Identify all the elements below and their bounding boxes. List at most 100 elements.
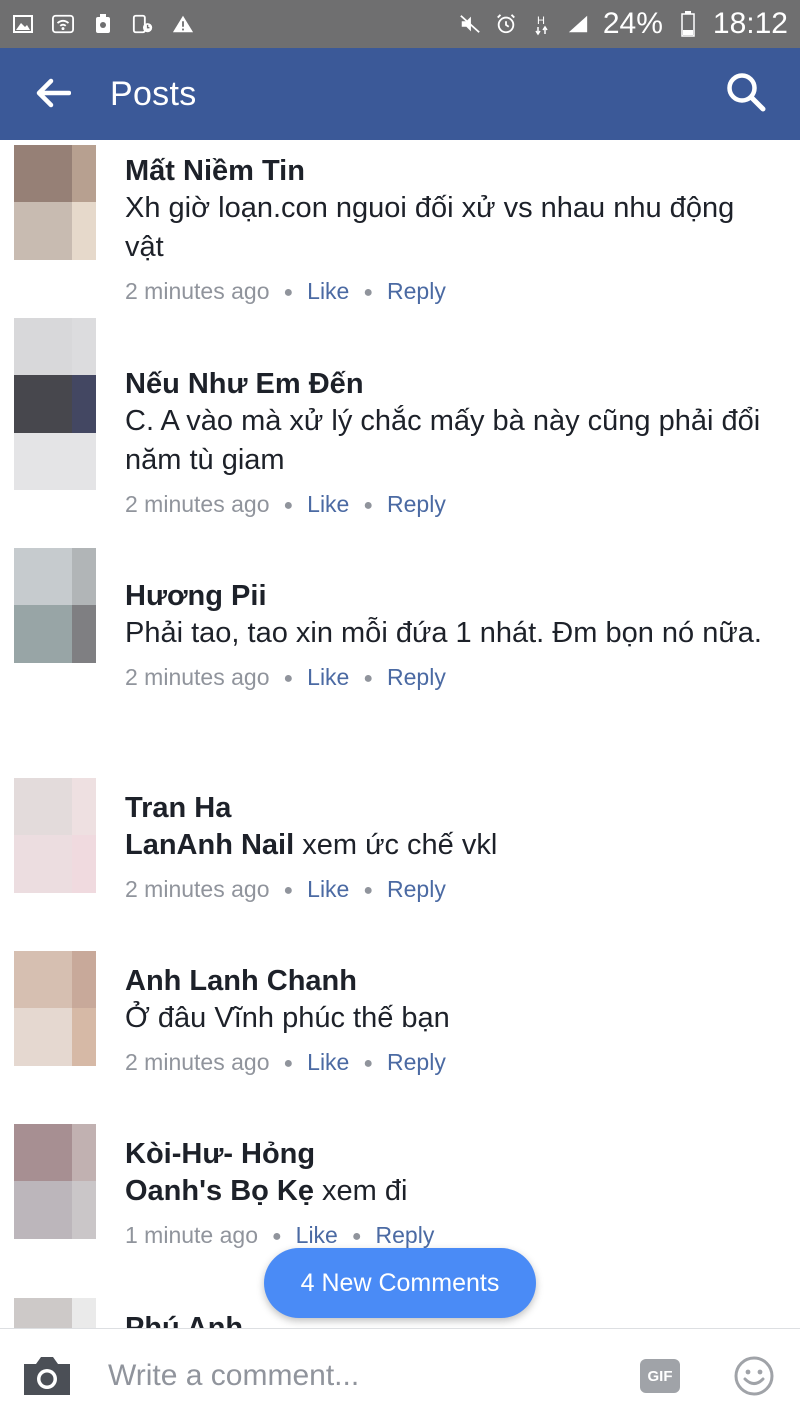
avatar-tile bbox=[72, 145, 96, 202]
reply-button[interactable]: Reply bbox=[387, 876, 446, 902]
comment-list[interactable]: Mất Niềm Tin Xh giờ loạn.con nguoi đối x… bbox=[0, 140, 800, 1328]
back-button[interactable] bbox=[28, 70, 78, 120]
svg-text:H: H bbox=[537, 15, 545, 27]
warning-icon bbox=[172, 13, 194, 35]
comment-author[interactable]: Hương Pii bbox=[125, 578, 776, 614]
comment-time[interactable]: 2 minutes ago bbox=[125, 876, 269, 902]
comment-time[interactable]: 2 minutes ago bbox=[125, 278, 269, 304]
avatar-tile bbox=[14, 1124, 72, 1181]
avatar-tile bbox=[14, 318, 72, 375]
alarm-icon bbox=[495, 13, 517, 35]
comment-body: Anh Lanh Chanh Ở đâu Vĩnh phúc thế bạn 2… bbox=[125, 963, 776, 1080]
like-button[interactable]: Like bbox=[307, 491, 349, 517]
avatar[interactable] bbox=[14, 548, 96, 663]
comment-meta: 2 minutes ago ● Like ● Reply bbox=[125, 1046, 776, 1080]
separator-dot: ● bbox=[271, 1227, 282, 1245]
avatar-tile bbox=[72, 375, 96, 433]
comment-input[interactable] bbox=[108, 1351, 608, 1401]
new-comments-button[interactable]: 4 New Comments bbox=[264, 1248, 536, 1318]
signal-icon bbox=[567, 13, 589, 35]
comment-text: Ở đâu Vĩnh phúc thế bạn bbox=[125, 999, 776, 1038]
separator-dot: ● bbox=[283, 669, 294, 687]
separator-dot: ● bbox=[363, 669, 374, 687]
camera-button[interactable] bbox=[20, 1353, 74, 1399]
avatar-tile bbox=[14, 1181, 72, 1239]
comment-meta: 2 minutes ago ● Like ● Reply bbox=[125, 275, 776, 309]
avatar-tile bbox=[72, 1124, 96, 1181]
device-icon bbox=[132, 13, 154, 35]
avatar[interactable] bbox=[14, 951, 96, 1066]
comment-text: C. A vào mà xử lý chắc mấy bà này cũng p… bbox=[125, 402, 776, 480]
comment-body: Mất Niềm Tin Xh giờ loạn.con nguoi đối x… bbox=[125, 153, 776, 309]
app-bar: Posts bbox=[0, 48, 800, 140]
comment-author[interactable]: Kòi-Hư- Hỏng bbox=[125, 1136, 776, 1172]
comment-author[interactable]: Anh Lanh Chanh bbox=[125, 963, 776, 999]
like-button[interactable]: Like bbox=[307, 1049, 349, 1075]
separator-dot: ● bbox=[363, 283, 374, 301]
search-icon bbox=[725, 71, 767, 118]
like-button[interactable]: Like bbox=[307, 664, 349, 690]
separator-dot: ● bbox=[283, 496, 294, 514]
comment-body: Tran Ha LanAnh Nail xem ức chế vkl 2 min… bbox=[125, 790, 776, 907]
reply-button[interactable]: Reply bbox=[387, 491, 446, 517]
reply-button[interactable]: Reply bbox=[387, 664, 446, 690]
separator-dot: ● bbox=[363, 881, 374, 899]
avatar[interactable] bbox=[14, 1124, 96, 1239]
avatar-tile bbox=[14, 1008, 72, 1066]
comment-message: Ở đâu Vĩnh phúc thế bạn bbox=[125, 1002, 450, 1034]
avatar-tile bbox=[14, 375, 72, 433]
status-bar: H 24% 18:12 bbox=[0, 0, 800, 48]
like-button[interactable]: Like bbox=[307, 876, 349, 902]
comment-author[interactable]: Tran Ha bbox=[125, 790, 776, 826]
avatar-tile bbox=[14, 605, 72, 663]
emoji-button[interactable] bbox=[733, 1355, 775, 1397]
comment-mention[interactable]: LanAnh Nail bbox=[125, 829, 294, 861]
search-button[interactable] bbox=[720, 68, 772, 120]
separator-dot: ● bbox=[283, 1054, 294, 1072]
gif-button[interactable]: GIF bbox=[640, 1359, 680, 1393]
comment-author[interactable]: Mất Niềm Tin bbox=[125, 153, 776, 189]
reply-button[interactable]: Reply bbox=[387, 278, 446, 304]
battery-percent: 24% bbox=[602, 7, 663, 40]
avatar[interactable] bbox=[14, 778, 96, 893]
avatar-tile bbox=[72, 433, 96, 490]
comment-time[interactable]: 2 minutes ago bbox=[125, 491, 269, 517]
comment-time[interactable]: 2 minutes ago bbox=[125, 664, 269, 690]
separator-dot: ● bbox=[363, 496, 374, 514]
clean-icon bbox=[92, 13, 114, 35]
comment-message: Phải tao, tao xin mỗi đứa 1 nhát. Đm bọn… bbox=[125, 617, 762, 649]
avatar-tile bbox=[72, 548, 96, 605]
comment-author[interactable]: Nếu Như Em Đến bbox=[125, 366, 776, 402]
smiley-icon bbox=[733, 1356, 775, 1401]
avatar-tile bbox=[72, 1181, 96, 1239]
reply-button[interactable]: Reply bbox=[387, 1049, 446, 1075]
avatar-tile bbox=[14, 951, 72, 1008]
like-button[interactable]: Like bbox=[296, 1222, 338, 1248]
comment-time[interactable]: 2 minutes ago bbox=[125, 1049, 269, 1075]
comment-body: Kòi-Hư- Hỏng Oanh's Bọ Kẹ xem đi 1 minut… bbox=[125, 1136, 776, 1253]
avatar[interactable] bbox=[14, 145, 96, 260]
separator-dot: ● bbox=[283, 881, 294, 899]
comment-body: Hương Pii Phải tao, tao xin mỗi đứa 1 nh… bbox=[125, 578, 776, 695]
battery-icon bbox=[677, 11, 699, 37]
avatar[interactable] bbox=[14, 1298, 96, 1328]
avatar-tile bbox=[14, 778, 72, 835]
avatar-tile bbox=[72, 835, 96, 893]
avatar-tile bbox=[14, 1298, 72, 1328]
reply-button[interactable]: Reply bbox=[376, 1222, 435, 1248]
avatar-tile bbox=[72, 318, 96, 375]
network-h-icon: H bbox=[531, 13, 553, 36]
comment-time[interactable]: 1 minute ago bbox=[125, 1222, 258, 1248]
avatar-tile bbox=[72, 202, 96, 260]
comment-meta: 2 minutes ago ● Like ● Reply bbox=[125, 661, 776, 695]
comment-message: xem đi bbox=[322, 1175, 408, 1207]
like-button[interactable]: Like bbox=[307, 278, 349, 304]
comment-text: LanAnh Nail xem ức chế vkl bbox=[125, 826, 776, 865]
avatar-tile bbox=[72, 1008, 96, 1066]
comment-text: Oanh's Bọ Kẹ xem đi bbox=[125, 1172, 776, 1211]
avatar-tile bbox=[72, 1298, 96, 1328]
wifi-icon bbox=[52, 13, 74, 35]
comment-mention[interactable]: Oanh's Bọ Kẹ bbox=[125, 1175, 314, 1207]
back-arrow-icon bbox=[35, 78, 72, 113]
avatar[interactable] bbox=[14, 318, 96, 490]
